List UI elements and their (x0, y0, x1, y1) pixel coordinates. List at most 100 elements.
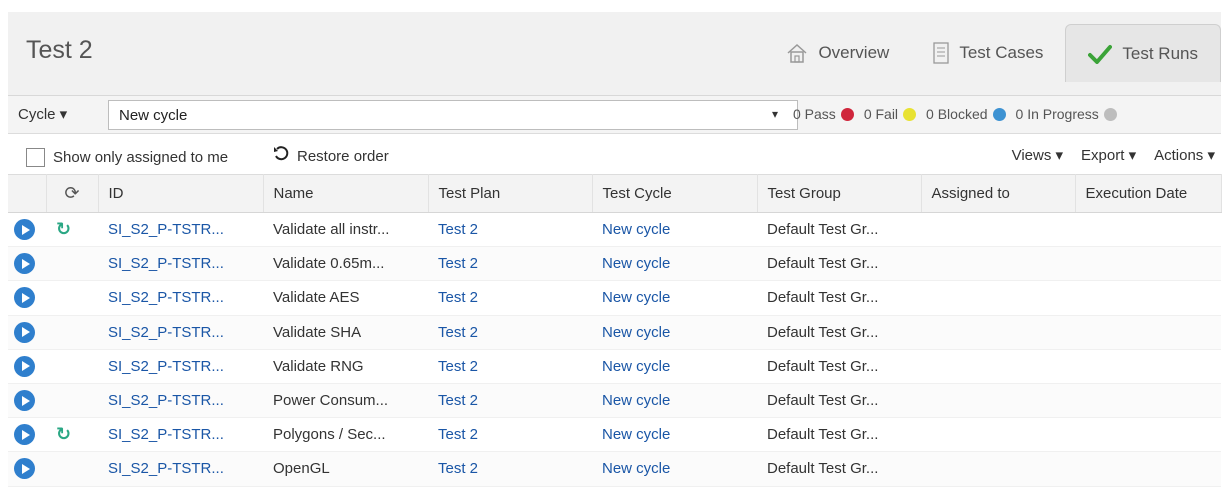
test-cycle-link[interactable]: New cycle (592, 451, 757, 487)
run-cell (8, 417, 46, 453)
run-cell (8, 315, 46, 350)
test-run-id[interactable]: SI_S2_P-TSTR... (98, 212, 263, 248)
test-plan-link[interactable]: Test 2 (428, 417, 592, 453)
column-header-execution-date[interactable]: Execution Date (1075, 174, 1222, 213)
sync-cell (46, 280, 98, 316)
test-run-id[interactable]: SI_S2_P-TSTR... (98, 417, 263, 453)
table-body: ↻ SI_S2_P-TSTR... Validate all instr... Tes… (8, 212, 1221, 487)
run-cell (8, 383, 46, 419)
column-header-run (8, 174, 47, 213)
tab-test-runs[interactable]: Test Runs (1065, 24, 1221, 82)
checkmark-icon (1088, 44, 1113, 64)
table-header-row: ⟳ ID Name Test Plan Test Cycle Test Grou… (8, 174, 1222, 213)
column-header-name[interactable]: Name (263, 174, 429, 213)
execution-date (1075, 212, 1221, 248)
test-cycle-link[interactable]: New cycle (592, 212, 757, 248)
test-plan-link[interactable]: Test 2 (428, 383, 592, 419)
play-icon[interactable] (14, 390, 35, 412)
column-header-test-group[interactable]: Test Group (757, 174, 922, 213)
table-row[interactable]: SI_S2_P-TSTR... Validate 0.65m... Test 2 Ne… (8, 246, 1221, 282)
play-icon[interactable] (14, 219, 35, 241)
test-group: Default Test Gr... (757, 349, 921, 384)
status-in-progress: 0 In Progress (1016, 106, 1117, 122)
chevron-down-icon[interactable]: ▾ (772, 107, 778, 121)
sync-cell (46, 349, 98, 384)
play-icon[interactable] (14, 424, 35, 446)
play-icon[interactable] (14, 321, 35, 343)
test-cycle-link[interactable]: New cycle (592, 246, 757, 282)
export-menu[interactable]: Export ▾ (1081, 146, 1136, 164)
test-cycle-link[interactable]: New cycle (592, 417, 757, 453)
test-cycle-link[interactable]: New cycle (592, 315, 757, 350)
table-row[interactable]: SI_S2_P-TSTR... Validate SHA Test 2 New cyc… (8, 315, 1221, 350)
column-header-test-cycle[interactable]: Test Cycle (592, 174, 758, 213)
column-header-assigned-to[interactable]: Assigned to (921, 174, 1076, 213)
test-group: Default Test Gr... (757, 246, 921, 282)
run-cell (8, 349, 46, 384)
table-row[interactable]: SI_S2_P-TSTR... OpenGL Test 2 New cycle Defa… (8, 451, 1221, 487)
execution-date (1075, 315, 1221, 350)
test-run-id[interactable]: SI_S2_P-TSTR... (98, 349, 263, 384)
test-run-id[interactable]: SI_S2_P-TSTR... (98, 383, 263, 419)
sync-cell: ↻ (46, 417, 98, 453)
status-blocked: 0 Blocked (926, 106, 1006, 122)
table-row[interactable]: SI_S2_P-TSTR... Validate AES Test 2 New cyc… (8, 280, 1221, 316)
sync-column-icon[interactable]: ⟳ (46, 174, 99, 213)
column-header-id[interactable]: ID (98, 174, 264, 213)
column-header-test-plan[interactable]: Test Plan (428, 174, 593, 213)
test-cycle-link[interactable]: New cycle (592, 383, 757, 419)
play-icon[interactable] (14, 253, 35, 275)
table-row[interactable]: SI_S2_P-TSTR... Power Consum... Test 2 New … (8, 383, 1221, 419)
test-run-name: Validate all instr... (263, 212, 428, 248)
test-run-name: Polygons / Sec... (263, 417, 428, 453)
assigned-to (921, 315, 1075, 350)
test-run-id[interactable]: SI_S2_P-TSTR... (98, 280, 263, 316)
test-plan-link[interactable]: Test 2 (428, 212, 592, 248)
assigned-to (921, 280, 1075, 316)
cycle-select[interactable] (108, 100, 798, 130)
play-icon[interactable] (14, 458, 35, 480)
actions-menu[interactable]: Actions ▾ (1154, 146, 1215, 164)
project-header: Test 2 Overview Test Cases Test Runs (8, 12, 1221, 96)
cycle-bar: Cycle ▾ ▾ 0 Pass 0 Fail 0 Blocked 0 In P… (8, 96, 1221, 134)
test-run-id[interactable]: SI_S2_P-TSTR... (98, 246, 263, 282)
test-plan-link[interactable]: Test 2 (428, 246, 592, 282)
assigned-to (921, 212, 1075, 248)
assigned-to (921, 383, 1075, 419)
test-cycle-link[interactable]: New cycle (592, 280, 757, 316)
play-icon[interactable] (14, 355, 35, 377)
tab-test-cases[interactable]: Test Cases (911, 24, 1065, 82)
sync-cell (46, 315, 98, 350)
test-group: Default Test Gr... (757, 212, 921, 248)
table-row[interactable]: ↻ SI_S2_P-TSTR... Polygons / Sec... Test 2N… (8, 417, 1221, 453)
views-menu[interactable]: Views ▾ (1012, 146, 1063, 164)
restore-order-button[interactable]: Restore order (273, 146, 389, 166)
test-run-name: Validate 0.65m... (263, 246, 428, 282)
play-icon[interactable] (14, 287, 35, 309)
sync-icon: ↻ (56, 424, 72, 445)
test-plan-link[interactable]: Test 2 (428, 280, 592, 316)
assigned-checkbox[interactable] (26, 148, 45, 167)
table-row[interactable]: SI_S2_P-TSTR... Validate RNG Test 2 New cyc… (8, 349, 1221, 384)
undo-icon (273, 146, 289, 166)
restore-order-label: Restore order (297, 147, 389, 165)
run-cell (8, 280, 46, 316)
home-icon (786, 43, 808, 63)
assigned-filter[interactable]: Show only assigned to me (26, 148, 228, 167)
tab-test-runs-label: Test Runs (1122, 43, 1198, 63)
test-group: Default Test Gr... (757, 451, 921, 487)
cycle-dropdown[interactable]: Cycle ▾ (18, 105, 67, 123)
execution-date (1075, 280, 1221, 316)
test-run-id[interactable]: SI_S2_P-TSTR... (98, 315, 263, 350)
test-group: Default Test Gr... (757, 315, 921, 350)
sync-cell (46, 383, 98, 419)
table-row[interactable]: ↻ SI_S2_P-TSTR... Validate all instr... Tes… (8, 212, 1221, 248)
test-cycle-link[interactable]: New cycle (592, 349, 757, 384)
test-run-id[interactable]: SI_S2_P-TSTR... (98, 451, 263, 487)
test-plan-link[interactable]: Test 2 (428, 349, 592, 384)
test-plan-link[interactable]: Test 2 (428, 315, 592, 350)
test-plan-link[interactable]: Test 2 (428, 451, 592, 487)
assigned-to (921, 246, 1075, 282)
sync-cell (46, 451, 98, 487)
tab-overview[interactable]: Overview (764, 24, 911, 82)
